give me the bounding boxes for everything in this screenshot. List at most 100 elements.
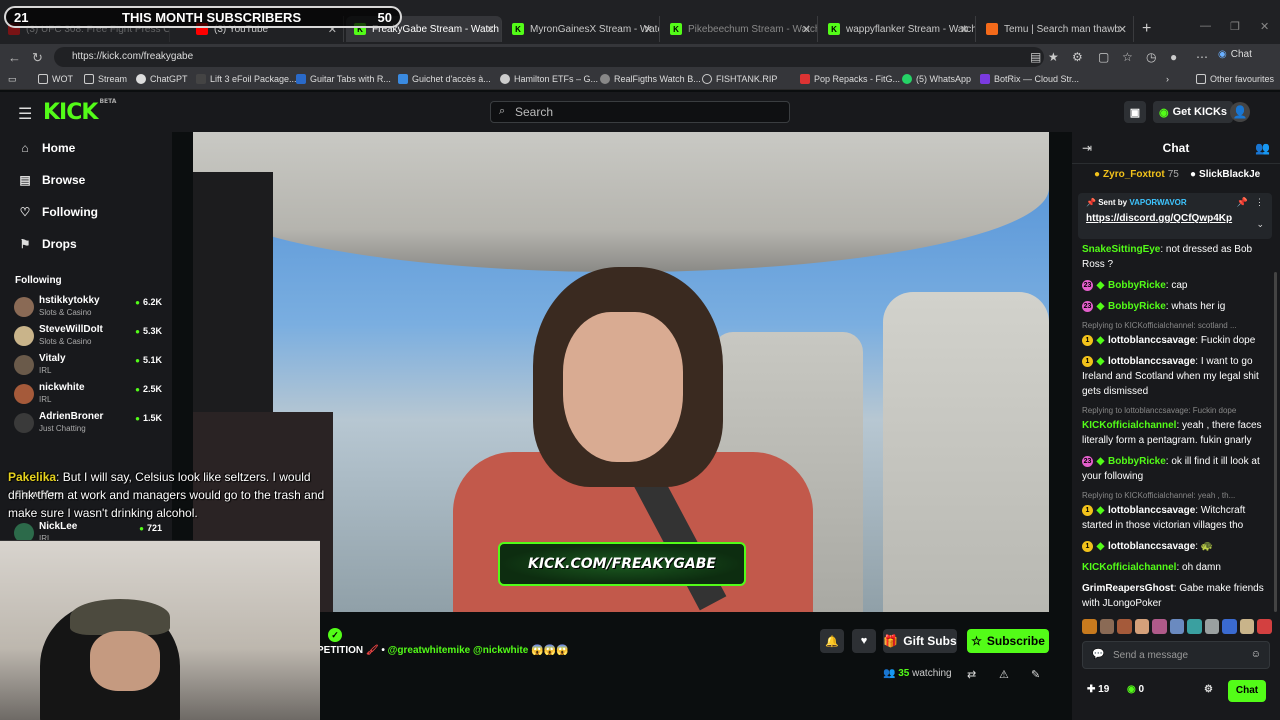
emote-icon[interactable] <box>1187 619 1202 634</box>
settings-icon[interactable]: ⚙ <box>1204 684 1213 695</box>
emote-icon[interactable] <box>1239 619 1255 634</box>
follow-button[interactable]: ♥ <box>852 629 876 653</box>
bookmark-guitar[interactable]: Guitar Tabs with R... <box>296 74 391 84</box>
more-options-icon[interactable]: ⋮ <box>1255 197 1264 208</box>
bookmark-lift[interactable]: Lift 3 eFoil Package... <box>196 74 297 84</box>
reader-icon[interactable]: ▤ <box>1030 50 1041 64</box>
sidebar-item-home[interactable]: ⌂ Home <box>18 141 75 155</box>
chat-username[interactable]: KICKofficialchannel <box>1082 420 1176 431</box>
following-channel[interactable]: nickwhite IRL 2.5K <box>14 381 164 407</box>
bookmark-chatgpt[interactable]: ChatGPT <box>136 74 188 84</box>
reply-context[interactable]: Replying to KICKofficialchannel: scotlan… <box>1082 320 1272 332</box>
close-icon[interactable]: ✕ <box>486 23 495 36</box>
emote-icon[interactable] <box>1204 619 1220 634</box>
share-icon[interactable]: ⇄ <box>967 668 976 681</box>
profile-icon[interactable]: ● <box>1170 50 1177 64</box>
chat-username[interactable]: lottoblanccsavage <box>1108 335 1195 346</box>
browser-tab[interactable]: K MyronGainesX Stream - Watc ✕ <box>504 16 660 42</box>
bookmark-pop-repacks[interactable]: Pop Repacks - FitG... <box>800 74 900 84</box>
unpin-icon[interactable]: 📌 <box>1237 197 1248 208</box>
user-avatar[interactable]: 👤 <box>1230 102 1250 122</box>
emote-icon[interactable] <box>1099 619 1115 634</box>
notifications-button[interactable]: 🔔 <box>820 629 844 653</box>
bookmark-wot[interactable]: WOT <box>38 74 73 84</box>
browser-tab[interactable]: K wappyflanker Stream - Watch ✕ <box>820 16 976 42</box>
favorite-star-icon[interactable]: ★ <box>1048 50 1059 64</box>
bookmark-whatsapp[interactable]: (5) WhatsApp <box>902 74 971 84</box>
sidebar-item-browse[interactable]: ▤ Browse <box>18 173 85 187</box>
chat-username[interactable]: lottoblanccsavage <box>1108 356 1195 367</box>
chat-username[interactable]: lottoblanccsavage <box>1108 505 1195 516</box>
users-icon[interactable]: 👥 <box>1255 141 1270 155</box>
browser-tab[interactable]: K Pikebeechum Stream - Watch Live ✕ <box>662 16 818 42</box>
extension-icon[interactable]: ⚙ <box>1072 50 1083 64</box>
subscribe-button[interactable]: ☆ Subscribe <box>967 629 1049 653</box>
emote-icon[interactable] <box>1222 619 1237 634</box>
report-icon[interactable]: ⚠ <box>999 668 1009 681</box>
layout-icon: ▣ <box>1129 106 1141 119</box>
pinned-link[interactable]: https://discord.gg/QCfQwp4Kp <box>1086 213 1264 224</box>
more-icon[interactable]: ⋯ <box>1196 50 1208 64</box>
new-tab-button[interactable]: + <box>1142 20 1151 38</box>
chat-username[interactable]: KICKofficialchannel <box>1082 562 1176 573</box>
back-icon[interactable]: ← <box>8 50 21 65</box>
chat-message-input[interactable]: 💬 Send a message ☺ <box>1082 641 1270 669</box>
menu-icon[interactable]: ☰ <box>18 104 32 124</box>
chevron-right-icon[interactable]: › <box>1166 74 1169 84</box>
search-input[interactable]: ⌕ Search <box>490 101 790 123</box>
close-icon[interactable]: ✕ <box>644 23 653 36</box>
gift-subs-button[interactable]: 🎁 Gift Subs <box>883 629 957 653</box>
get-kicks-button[interactable]: ◉ Get KICKs <box>1153 101 1234 123</box>
chat-username[interactable]: BobbyRicke <box>1108 456 1166 467</box>
bookmark-guichet[interactable]: Guichet d'accès à... <box>398 74 491 84</box>
bookmark-fishtank[interactable]: FISHTANK.RIP <box>702 74 777 84</box>
following-channel[interactable]: SteveWillDoIt Slots & Casino 5.3K <box>14 323 164 349</box>
copilot-chat-button[interactable]: ◉ Chat <box>1218 49 1252 60</box>
layout-button[interactable]: ▣ <box>1124 101 1146 123</box>
following-channel[interactable]: hstikkytokky Slots & Casino 6.2K <box>14 294 164 320</box>
following-channel[interactable]: Vitaly IRL 5.1K <box>14 352 164 378</box>
bookmark-realfigths[interactable]: RealFigths Watch B... <box>600 74 701 84</box>
emote-icon[interactable] <box>1257 619 1273 634</box>
favorites-icon[interactable]: ☆ <box>1122 50 1133 64</box>
reply-context[interactable]: Replying to KICKofficialchannel: yeah , … <box>1082 490 1272 502</box>
close-icon[interactable]: ✕ <box>802 23 811 36</box>
emote-icon[interactable] <box>1169 619 1185 634</box>
chat-username[interactable]: GrimReapersGhost <box>1082 583 1174 594</box>
emoji-icon[interactable]: ☺ <box>1251 649 1261 660</box>
bookmark-other-favourites[interactable]: Other favourites <box>1196 74 1274 84</box>
channel-points[interactable]: ✚ 19 <box>1087 684 1109 695</box>
maximize-icon[interactable]: ❐ <box>1230 20 1240 33</box>
close-icon[interactable]: ✕ <box>960 23 969 36</box>
url-field[interactable]: https://kick.com/freakygabe <box>54 47 1044 67</box>
chevron-down-icon[interactable]: ⌄ <box>1256 219 1264 230</box>
browser-tab[interactable]: Temu | Search man thawb ✕ <box>978 16 1134 42</box>
clip-icon[interactable]: ✎ <box>1031 668 1040 681</box>
close-icon[interactable]: ✕ <box>1118 23 1127 36</box>
emote-icon[interactable] <box>1152 619 1167 634</box>
emote-icon[interactable] <box>1082 619 1097 634</box>
close-window-icon[interactable]: ✕ <box>1260 20 1269 33</box>
emote-icon[interactable] <box>1134 619 1150 634</box>
bookmark-botrix[interactable]: BotRix — Cloud Str... <box>980 74 1079 84</box>
bookmark-hamilton[interactable]: Hamilton ETFs – G... <box>500 74 598 84</box>
chat-scrollbar[interactable] <box>1274 272 1277 612</box>
history-icon[interactable]: ◷ <box>1146 50 1156 64</box>
chat-username[interactable]: lottoblanccsavage <box>1108 541 1195 552</box>
split-screen-icon[interactable]: ▢ <box>1098 50 1109 64</box>
video-player[interactable]: KICK.COM/FREAKYGABE <box>193 132 1049 612</box>
chat-username[interactable]: SnakeSittingEye <box>1082 244 1160 255</box>
sidebar-item-drops[interactable]: ⚑ Drops <box>18 237 77 251</box>
chat-username[interactable]: BobbyRicke <box>1108 301 1166 312</box>
reply-context[interactable]: Replying to lottoblanccsavage: Fuckin do… <box>1082 405 1272 417</box>
kick-logo[interactable]: KICK BETA <box>43 98 116 125</box>
reload-icon[interactable]: ↻ <box>32 50 43 66</box>
following-channel[interactable]: AdrienBroner Just Chatting 1.5K <box>14 410 164 436</box>
chat-username[interactable]: BobbyRicke <box>1108 280 1166 291</box>
kicks-balance[interactable]: ◉ 0 <box>1127 684 1144 695</box>
bookmark-stream[interactable]: Stream <box>84 74 127 84</box>
minimize-icon[interactable]: — <box>1200 20 1211 32</box>
send-chat-button[interactable]: Chat <box>1228 680 1266 702</box>
sidebar-item-following[interactable]: ♡ Following <box>18 205 98 219</box>
emote-icon[interactable] <box>1117 619 1132 634</box>
